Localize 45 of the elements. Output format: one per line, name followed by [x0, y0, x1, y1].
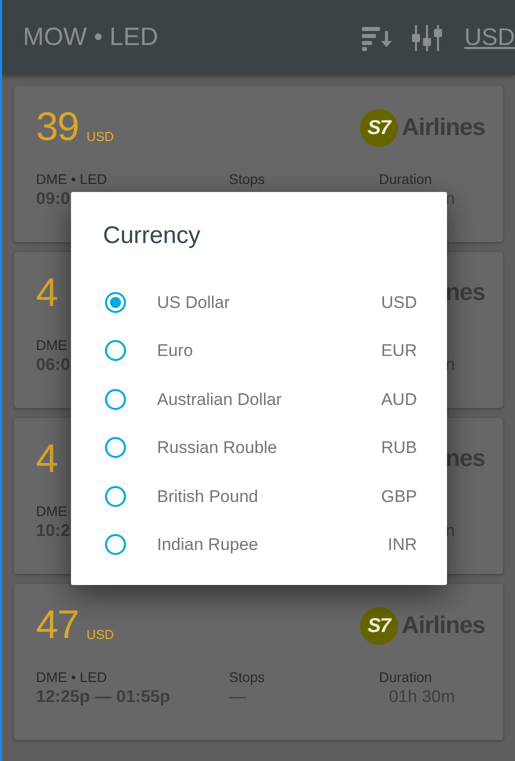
currency-option[interactable]: British Pound GBP	[71, 472, 447, 520]
radio-button[interactable]	[105, 292, 126, 313]
price: 39	[36, 104, 78, 150]
currency-name: British Pound	[157, 486, 260, 508]
currency-code: EUR	[381, 340, 417, 362]
currency-code: RUB	[381, 437, 417, 459]
radio-button[interactable]	[105, 486, 126, 507]
sliders-icon[interactable]	[412, 24, 442, 50]
sort-icon[interactable]	[362, 24, 394, 50]
currency-option[interactable]: US Dollar USD	[71, 278, 447, 326]
stops-value: —	[229, 686, 246, 708]
price-currency: USD	[86, 626, 114, 644]
route-label: DME	[36, 502, 68, 520]
route-label: DME • LED	[36, 170, 108, 188]
currency-name: Euro	[157, 340, 194, 362]
currency-code: GBP	[381, 486, 417, 508]
currency-code: USD	[381, 292, 417, 314]
currency-option[interactable]: Australian Dollar AUD	[71, 375, 447, 424]
currency-name: Australian Dollar	[157, 388, 283, 410]
currency-name: Russian Rouble	[157, 437, 278, 459]
currency-name: Indian Rupee	[157, 534, 260, 556]
radio-button[interactable]	[105, 534, 126, 556]
route-label: DME • LED	[36, 668, 108, 686]
radio-button[interactable]	[105, 388, 126, 410]
radio-button[interactable]	[105, 340, 126, 362]
route-title: MOW • LED	[23, 22, 160, 53]
duration-label: Duration	[379, 170, 432, 188]
price: 4	[36, 436, 58, 482]
price-currency: USD	[86, 128, 114, 146]
stops-label: Stops	[229, 170, 265, 188]
duration-label: Duration	[379, 668, 432, 686]
stops-label: Stops	[229, 668, 265, 686]
price: 47	[36, 602, 78, 648]
currency-option[interactable]: Indian Rupee INR	[71, 520, 447, 569]
currency-code: INR	[388, 534, 417, 556]
currency-name: US Dollar	[157, 292, 231, 314]
currency-option[interactable]: Russian Rouble RUB	[71, 424, 447, 472]
currency-code: AUD	[381, 388, 417, 410]
route-label: DME	[36, 336, 68, 354]
price: 4	[36, 270, 58, 316]
currency-link[interactable]: USD	[464, 20, 515, 56]
currency-option[interactable]: Euro EUR	[71, 326, 447, 375]
radio-button[interactable]	[105, 437, 126, 458]
airline-logo-icon: S7	[360, 607, 398, 645]
airline-logo-icon: S7	[360, 109, 398, 147]
